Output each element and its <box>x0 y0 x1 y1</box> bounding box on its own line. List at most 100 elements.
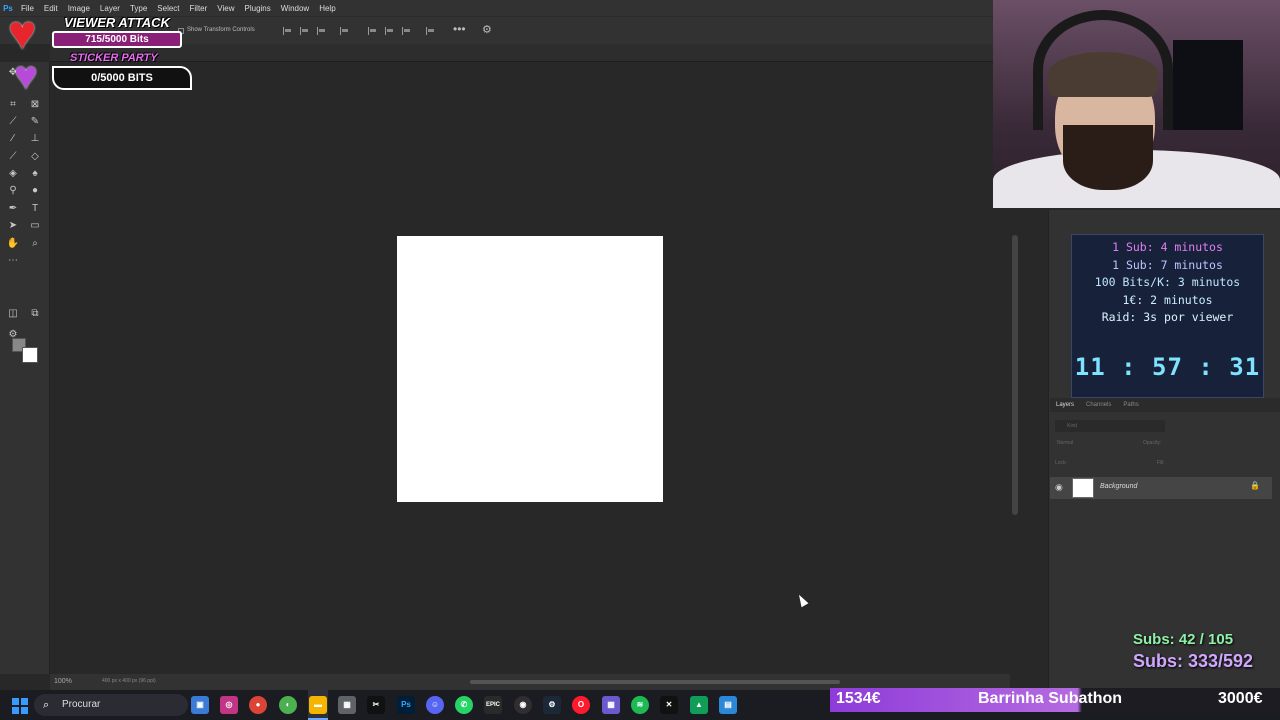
timer-rule-1: 1 Sub: 4 minutos <box>1112 240 1223 254</box>
layer-filter-input[interactable]: Kind <box>1055 420 1165 432</box>
more-options-icon[interactable]: ••• <box>453 22 466 36</box>
crop-tool-icon[interactable]: ⌗ <box>6 98 20 112</box>
timer-clock: 11 : 57 : 31 <box>1074 353 1261 381</box>
align-right-icon[interactable] <box>317 27 326 35</box>
eyedropper-tool-icon[interactable]: ⟋ <box>6 115 20 129</box>
vertical-scrollbar[interactable] <box>1012 235 1018 515</box>
edit-toolbar-icon[interactable]: ⚙ <box>6 328 20 342</box>
obs-icon[interactable]: ◉ <box>514 696 532 714</box>
menu-window[interactable]: Window <box>276 4 314 13</box>
hand-tool-icon[interactable]: ✋ <box>6 237 20 251</box>
subathon-timer: 1 Sub: 4 minutos 1 Sub: 7 minutos 100 Bi… <box>1071 234 1264 398</box>
chrome-icon[interactable]: ● <box>249 696 267 714</box>
menu-bar: Ps File Edit Image Layer Type Select Fil… <box>0 0 1000 16</box>
distribute-icon[interactable] <box>340 27 349 35</box>
sticker-party-progress: 0/5000 BITS <box>52 66 192 90</box>
steam-icon[interactable]: ⚙ <box>543 696 561 714</box>
notepad-icon[interactable]: ▤ <box>719 696 737 714</box>
google-drive-icon[interactable]: ▲ <box>690 696 708 714</box>
webcam-beard <box>1063 125 1153 190</box>
lock-icon: 🔒 <box>1250 481 1260 490</box>
viewer-attack-title: VIEWER ATTACK <box>64 15 170 30</box>
history-brush-icon[interactable]: ⟋ <box>6 150 20 164</box>
windows-start-icon[interactable] <box>12 698 28 714</box>
path-select-icon[interactable]: ➤ <box>6 219 20 233</box>
menu-select[interactable]: Select <box>152 4 184 13</box>
eraser-tool-icon[interactable]: ◇ <box>28 150 42 164</box>
align-left-icon[interactable] <box>283 27 292 35</box>
document-canvas[interactable] <box>397 236 663 502</box>
viewer-attack-progress: 715/5000 Bits <box>52 31 182 48</box>
timer-rule-3: 100 Bits/K: 3 minutos <box>1094 275 1241 289</box>
lock-label: Lock: <box>1055 460 1067 466</box>
align-bottom-icon[interactable] <box>402 27 411 35</box>
menu-layer[interactable]: Layer <box>95 4 125 13</box>
grid-app-icon[interactable]: ▦ <box>602 696 620 714</box>
zoom-level[interactable]: 100% <box>48 674 98 690</box>
menu-plugins[interactable]: Plugins <box>240 4 276 13</box>
subs-counter-2: Subs: 333/592 <box>1133 651 1254 671</box>
paint-bucket-icon[interactable]: ◈ <box>6 167 20 181</box>
file-explorer-icon[interactable]: ▣ <box>191 696 209 714</box>
blur-tool-icon[interactable]: ♠ <box>28 167 42 181</box>
blend-mode-select[interactable]: Normal <box>1057 440 1073 446</box>
capcut-2-icon[interactable]: ✕ <box>660 696 678 714</box>
brush-tool-icon[interactable]: ∕ <box>6 132 20 146</box>
webcam-headset <box>1033 10 1173 130</box>
taskbar-search[interactable]: ⌕ Procurar <box>34 694 188 716</box>
blend-controls: Normal Opacity: Lock: Fill: <box>1055 440 1275 466</box>
photoshop-screen: Ps File Edit Image Layer Type Select Fil… <box>0 0 1280 720</box>
smudge-tool-icon[interactable]: ● <box>28 184 42 198</box>
subathon-current: 1534€ <box>836 690 881 707</box>
search-placeholder: Procurar <box>62 699 101 710</box>
whatsapp-icon[interactable]: ✆ <box>455 696 473 714</box>
stamp-tool-icon[interactable]: ⊥ <box>28 132 42 146</box>
align-center-icon[interactable] <box>300 27 309 35</box>
layer-name[interactable]: Background <box>1100 483 1137 490</box>
spotify-icon[interactable]: ≋ <box>631 696 649 714</box>
tab-paths[interactable]: Paths <box>1117 402 1144 408</box>
instagram-icon[interactable]: ◎ <box>220 696 238 714</box>
align-top-icon[interactable] <box>368 27 377 35</box>
pen-tool-icon[interactable]: ✒ <box>6 202 20 216</box>
webcam-feed <box>993 0 1280 208</box>
opera-icon[interactable]: O <box>572 696 590 714</box>
photoshop-icon[interactable]: Ps <box>397 696 415 714</box>
more-tools-icon[interactable]: ⋯ <box>6 254 20 268</box>
epic-games-icon[interactable]: EPIC <box>484 696 502 714</box>
dodge-tool-icon[interactable]: ⚲ <box>6 184 20 198</box>
menu-type[interactable]: Type <box>125 4 152 13</box>
distribute-vertical-icon[interactable] <box>426 27 435 35</box>
tools-panel: ✥ ⌗ ⊠ ⟋ ✎ ∕ ⊥ ⟋ ◇ ◈ ♠ ⚲ ● ✒ T ➤ ▭ ✋ ⌕ ⋯ … <box>0 62 50 674</box>
menu-view[interactable]: View <box>212 4 239 13</box>
fill-label: Fill: <box>1157 460 1165 466</box>
screen-mode-icon[interactable]: ⧉ <box>28 307 42 321</box>
rectangle-tool-icon[interactable]: ▭ <box>28 219 42 233</box>
horizontal-scrollbar[interactable] <box>470 680 840 684</box>
calculator-icon[interactable]: ▦ <box>338 696 356 714</box>
menu-filter[interactable]: Filter <box>185 4 213 13</box>
capcut-icon[interactable]: ✂ <box>367 696 385 714</box>
opacity-label: Opacity: <box>1143 440 1162 446</box>
timer-rule-2: 1 Sub: 7 minutos <box>1112 257 1223 272</box>
zoom-tool-icon[interactable]: ⌕ <box>28 237 42 251</box>
frame-tool-icon[interactable]: ⊠ <box>28 98 42 112</box>
menu-help[interactable]: Help <box>314 4 340 13</box>
type-tool-icon[interactable]: T <box>28 202 42 216</box>
quick-mask-icon[interactable]: ◫ <box>6 307 20 321</box>
discord-icon[interactable]: ☺ <box>426 696 444 714</box>
healing-brush-icon[interactable]: ✎ <box>28 115 42 129</box>
tab-layers[interactable]: Layers <box>1050 402 1080 408</box>
show-transform-label: Show Transform Controls <box>187 27 255 33</box>
tab-channels[interactable]: Channels <box>1080 402 1117 408</box>
subathon-goal: 3000€ <box>1218 690 1263 707</box>
layer-thumbnail <box>1072 478 1094 498</box>
align-middle-icon[interactable] <box>385 27 394 35</box>
browser-green-icon[interactable]: ◐ <box>279 696 297 714</box>
menu-image[interactable]: Image <box>63 4 95 13</box>
folder-icon[interactable]: ▬ <box>309 696 327 714</box>
background-color-swatch[interactable] <box>22 347 38 363</box>
timer-rule-5: Raid: 3s por viewer <box>1101 310 1234 324</box>
settings-icon[interactable]: ⚙ <box>482 23 492 36</box>
visibility-eye-icon[interactable]: ◉ <box>1055 482 1063 493</box>
